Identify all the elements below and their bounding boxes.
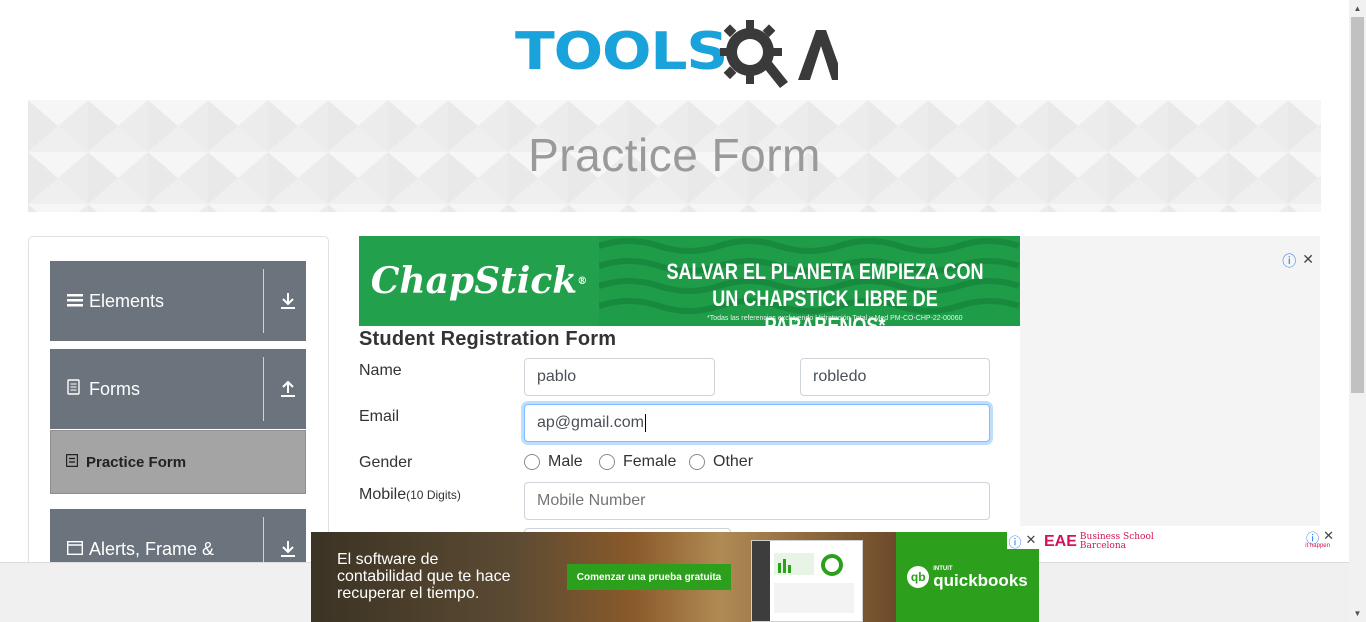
last-name-input[interactable]: robledo [800, 358, 990, 396]
scroll-down-icon[interactable]: ▼ [1349, 605, 1366, 622]
qb-icon: qb [907, 566, 930, 588]
email-value: ap@gmail.com [537, 414, 644, 431]
quickbooks-ad[interactable]: El software de contabilidad que te hace … [311, 532, 1039, 622]
download-arrow-icon[interactable] [279, 539, 297, 559]
mobile-label: Mobile(10 Digits) [359, 486, 461, 503]
right-ad-slot[interactable]: ⓘ ✕ [1020, 236, 1320, 526]
chapstick-ad[interactable]: ChapStick ® SALVAR EL PLANETA EMPIEZA CON… [359, 236, 1020, 326]
radio-label: Male [548, 453, 583, 470]
sidebar-group-label: Alerts, Frame & [89, 539, 215, 559]
form-title: Student Registration Form [359, 328, 617, 350]
logo-text: TOOLS [515, 22, 728, 82]
ad-controls[interactable]: ⓘ ✕ [1007, 532, 1039, 550]
sidebar-group-label: Forms [89, 379, 140, 399]
page-scrollbar[interactable]: ▲ ▼ [1349, 0, 1366, 622]
radio-circle[interactable] [599, 454, 615, 470]
download-arrow-icon[interactable] [279, 291, 297, 311]
toolsqa-logo[interactable]: TOOLS [515, 14, 838, 90]
eae-ad[interactable]: EAE Business School Barcelona ⓘ ✕ it happ… [1040, 526, 1336, 562]
ad-brand-logo: ChapStick ® [359, 236, 599, 326]
gender-radio-male[interactable]: Male [524, 453, 583, 471]
eae-logo: EAE Business School Barcelona [1044, 532, 1154, 551]
ad-close-icon[interactable]: ✕ [1023, 532, 1039, 549]
gender-radio-other[interactable]: Other [689, 453, 753, 471]
page-banner: Practice Form [28, 100, 1321, 212]
ad-cta-button[interactable]: Comenzar una prueba gratuita [567, 564, 731, 590]
sidebar-group-forms[interactable]: Forms [50, 349, 306, 429]
sidebar-group-label: Elements [89, 291, 165, 311]
gender-radio-female[interactable]: Female [599, 453, 676, 471]
form-icon [67, 379, 83, 400]
sidebar-item-label: Practice Form [86, 453, 187, 471]
name-label: Name [359, 362, 402, 379]
radio-label: Other [713, 453, 754, 470]
scroll-up-icon[interactable]: ▲ [1349, 0, 1366, 17]
gender-label: Gender [359, 454, 413, 471]
radio-label: Female [623, 453, 677, 470]
ad-close-icon[interactable]: ✕ [1302, 251, 1314, 271]
scrollbar-thumb[interactable] [1351, 17, 1364, 393]
sidebar: Elements Forms Practice Form Alerts, Fra… [28, 236, 329, 576]
form-icon [65, 453, 79, 471]
gear-magnifier-icon [720, 20, 838, 88]
ad-fine-print: *Todas las referencias excluyendo Hidrat… [707, 315, 963, 322]
window-icon [66, 539, 84, 560]
email-input[interactable]: ap@gmail.com [524, 404, 990, 442]
ad-info-icon[interactable]: ⓘ [1282, 251, 1296, 271]
menu-icon [67, 291, 83, 312]
radio-circle[interactable] [689, 454, 705, 470]
first-name-input[interactable]: pablo [524, 358, 715, 396]
divider [263, 357, 264, 421]
ad-copy: El software de contabilidad que te hace … [337, 551, 511, 602]
ad-controls[interactable]: ⓘ ✕ [1282, 251, 1314, 271]
radio-circle[interactable] [524, 454, 540, 470]
ad-info-icon[interactable]: ⓘ [1007, 532, 1023, 550]
ad-dashboard-image [751, 540, 863, 622]
mobile-input[interactable]: Mobile Number [524, 482, 990, 520]
sidebar-group-elements[interactable]: Elements [50, 261, 306, 341]
text-caret [644, 414, 646, 432]
divider [263, 269, 264, 333]
upload-arrow-icon[interactable] [279, 379, 297, 399]
page-title: Practice Form [528, 129, 821, 181]
email-label: Email [359, 408, 400, 425]
sidebar-item-practice-form[interactable]: Practice Form [50, 430, 306, 494]
mobile-hint: (10 Digits) [406, 488, 461, 502]
ad-tagline: it happen [1305, 543, 1330, 549]
